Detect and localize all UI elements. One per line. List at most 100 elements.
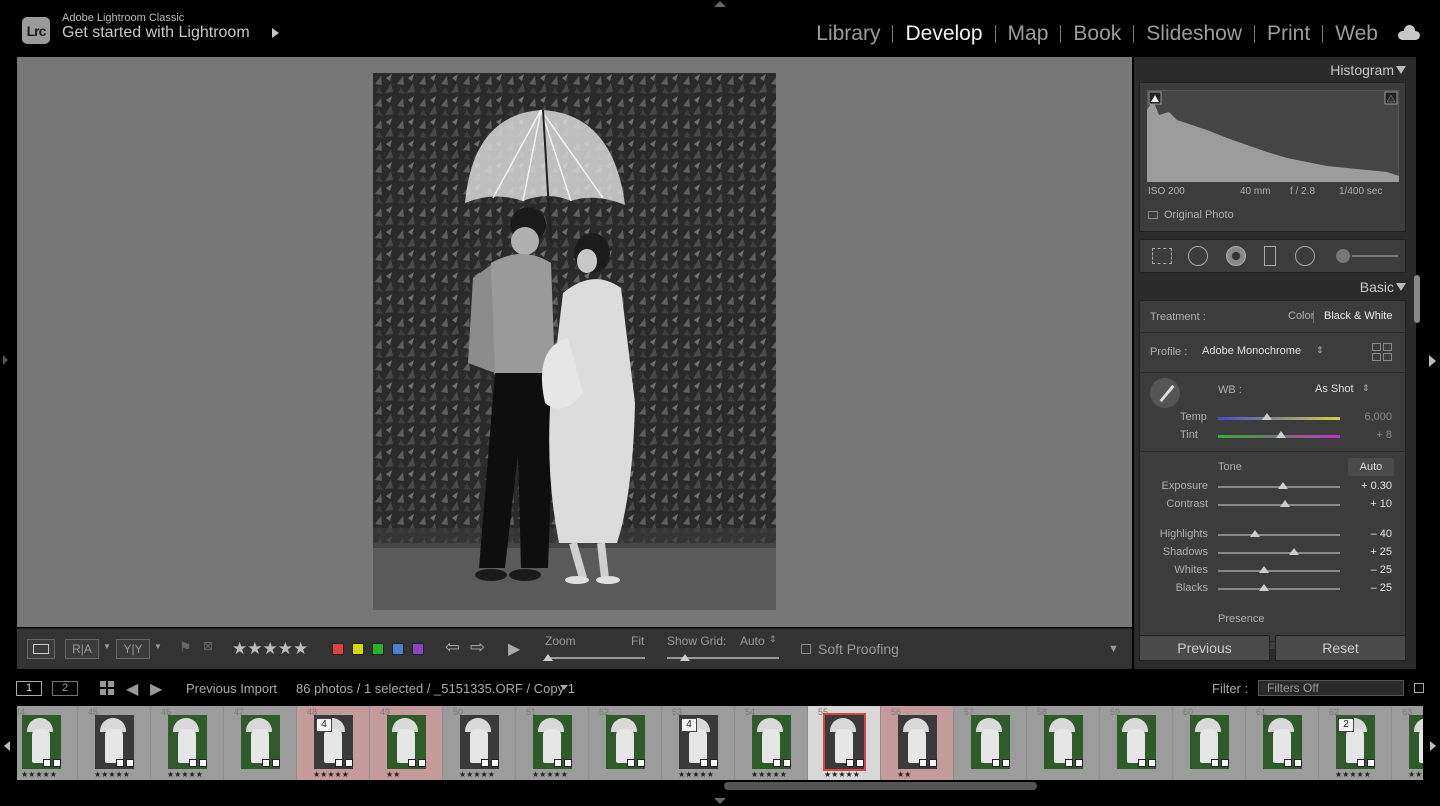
auto-tone-button[interactable]: Auto (1348, 458, 1394, 476)
filmstrip-right-arrow-icon[interactable] (1430, 741, 1436, 751)
spot-removal-icon[interactable] (1188, 246, 1208, 266)
filter-lock-icon[interactable] (1414, 683, 1424, 693)
color-label-3[interactable] (392, 643, 404, 655)
blacks-slider[interactable] (1218, 588, 1340, 590)
left-panel-toggle-icon[interactable] (3, 355, 8, 365)
play-slideshow-icon[interactable]: ▶ (508, 639, 520, 659)
dropdown-arrows-icon[interactable]: ⇕ (769, 634, 777, 645)
secondary-window-button[interactable]: 2 (52, 681, 78, 696)
tint-slider-thumb[interactable] (1276, 431, 1287, 438)
main-window-button[interactable]: 1 (16, 681, 42, 696)
highlights-value[interactable]: – 40 (1332, 528, 1392, 540)
wb-eyedropper-icon[interactable] (1150, 378, 1180, 408)
dropdown-arrows-icon[interactable]: ⇕ (1316, 345, 1324, 356)
whites-slider[interactable] (1218, 570, 1340, 572)
identity-plate[interactable]: Get started with Lightroom (62, 24, 250, 42)
filmstrip-thumbnail[interactable]: 61 (1246, 706, 1319, 780)
module-develop[interactable]: Develop (893, 22, 994, 46)
filmstrip-thumbnail[interactable]: 60 (1173, 706, 1246, 780)
filmstrip-thumbnail[interactable]: 56 ★★ (881, 706, 954, 780)
exposure-value[interactable]: + 0.30 (1332, 480, 1392, 492)
filter-dropdown[interactable]: Filters Off (1258, 680, 1404, 696)
crop-tool-icon[interactable] (1152, 248, 1172, 264)
module-print[interactable]: Print (1255, 22, 1322, 46)
color-label-2[interactable] (372, 643, 384, 655)
temp-slider-thumb[interactable] (1261, 413, 1272, 420)
collapse-icon[interactable] (1396, 283, 1406, 291)
filmstrip-thumbnail[interactable]: 45 ★★★★★ (78, 706, 151, 780)
collapse-icon[interactable] (1396, 66, 1406, 74)
zoom-slider[interactable] (548, 657, 645, 659)
filmstrip-thumbnail[interactable]: 47 (224, 706, 297, 780)
zoom-slider-thumb[interactable] (543, 654, 553, 661)
chevron-down-icon[interactable] (560, 685, 568, 690)
flag-reject-icon[interactable]: ⊠ (203, 639, 213, 653)
filmstrip-thumbnail[interactable]: 58 (1027, 706, 1100, 780)
treatment-bw-option[interactable]: Black & White (1324, 310, 1392, 322)
filmstrip-left-arrow-icon[interactable] (4, 741, 10, 751)
histogram-graph[interactable] (1147, 90, 1399, 182)
temp-value[interactable]: 6,000 (1332, 411, 1392, 423)
profile-browser-icon[interactable] (1372, 343, 1392, 361)
basic-header[interactable]: Basic (1360, 279, 1394, 295)
color-label-0[interactable] (332, 643, 344, 655)
blacks-value[interactable]: – 25 (1332, 582, 1392, 594)
shadows-value[interactable]: + 25 (1332, 546, 1392, 558)
radial-filter-icon[interactable] (1295, 246, 1315, 266)
previous-button[interactable]: Previous (1139, 635, 1270, 661)
red-eye-icon[interactable] (1226, 246, 1246, 266)
show-grid-dropdown[interactable]: Auto (740, 634, 765, 648)
right-panel-toggle-icon[interactable] (1429, 355, 1436, 367)
photo-canvas[interactable] (17, 57, 1132, 627)
stack-count-badge[interactable]: 4 (681, 718, 697, 732)
previous-photo-icon[interactable]: ⇦ (445, 637, 460, 658)
tint-value[interactable]: + 8 (1332, 429, 1392, 441)
chevron-down-icon[interactable]: ▼ (154, 642, 162, 651)
whites-value[interactable]: – 25 (1332, 564, 1392, 576)
filmstrip-scrollbar[interactable] (724, 782, 1037, 790)
exposure-slider-thumb[interactable] (1277, 482, 1288, 489)
star-rating[interactable]: ★★★★★ (232, 639, 308, 659)
contrast-slider-thumb[interactable] (1280, 500, 1291, 507)
bottom-panel-toggle-icon[interactable] (714, 798, 726, 804)
graduated-filter-icon[interactable] (1264, 246, 1276, 266)
play-arrow-icon[interactable] (272, 28, 279, 38)
filmstrip-thumbnail[interactable]: 53 4 ★★★★★ (662, 706, 735, 780)
color-label-1[interactable] (352, 643, 364, 655)
filmstrip-thumbnail[interactable]: 59 (1100, 706, 1173, 780)
source-label[interactable]: Previous Import (186, 681, 277, 696)
before-after-split-button[interactable]: Y|Y (116, 639, 150, 659)
highlights-slider[interactable] (1218, 534, 1340, 536)
filmstrip-thumbnail[interactable]: 44 ★★★★★ (17, 706, 78, 780)
filmstrip-thumbnail[interactable]: 48 4 ★★★★★ (297, 706, 370, 780)
back-arrow-icon[interactable]: ◀ (126, 679, 138, 699)
contrast-value[interactable]: + 10 (1332, 498, 1392, 510)
blacks-slider-thumb[interactable] (1259, 584, 1270, 591)
loupe-view-button[interactable] (27, 639, 55, 659)
filmstrip-thumbnail[interactable]: 63★★★ (1392, 706, 1423, 780)
next-photo-icon[interactable]: ⇨ (470, 637, 485, 658)
filmstrip-thumbnail[interactable]: 57 (954, 706, 1027, 780)
temp-slider[interactable] (1218, 417, 1340, 420)
filmstrip-thumbnail[interactable]: 55 ★★★★★ (808, 706, 881, 780)
photo-info[interactable]: 86 photos / 1 selected / _5151335.ORF / … (296, 681, 575, 696)
histogram-header[interactable]: Histogram (1330, 62, 1394, 78)
original-photo-checkbox[interactable] (1148, 211, 1158, 219)
top-panel-toggle-icon[interactable] (714, 1, 726, 7)
grid-view-icon[interactable] (100, 681, 114, 695)
contrast-slider[interactable] (1218, 504, 1340, 506)
stack-count-badge[interactable]: 2 (1338, 718, 1354, 732)
flag-pick-icon[interactable]: ⚑ (179, 639, 192, 656)
module-book[interactable]: Book (1061, 22, 1133, 46)
color-label-4[interactable] (412, 643, 424, 655)
module-map[interactable]: Map (996, 22, 1061, 46)
soft-proofing-checkbox[interactable] (801, 644, 811, 654)
filmstrip-thumbnail[interactable]: 52 (589, 706, 662, 780)
filmstrip[interactable]: 44 ★★★★★ 45 ★★★★★ 46 ★★★★★ 47 48 4 ★★★★★ 49 ★★ 50 ★★★… (17, 706, 1423, 780)
module-web[interactable]: Web (1323, 22, 1390, 46)
toolbar-menu-icon[interactable]: ▼ (1108, 643, 1119, 655)
reset-button[interactable]: Reset (1275, 635, 1406, 661)
main-photo[interactable] (373, 73, 776, 610)
wb-dropdown[interactable]: As Shot (1315, 383, 1354, 395)
treatment-color-option[interactable]: Color (1288, 310, 1314, 322)
